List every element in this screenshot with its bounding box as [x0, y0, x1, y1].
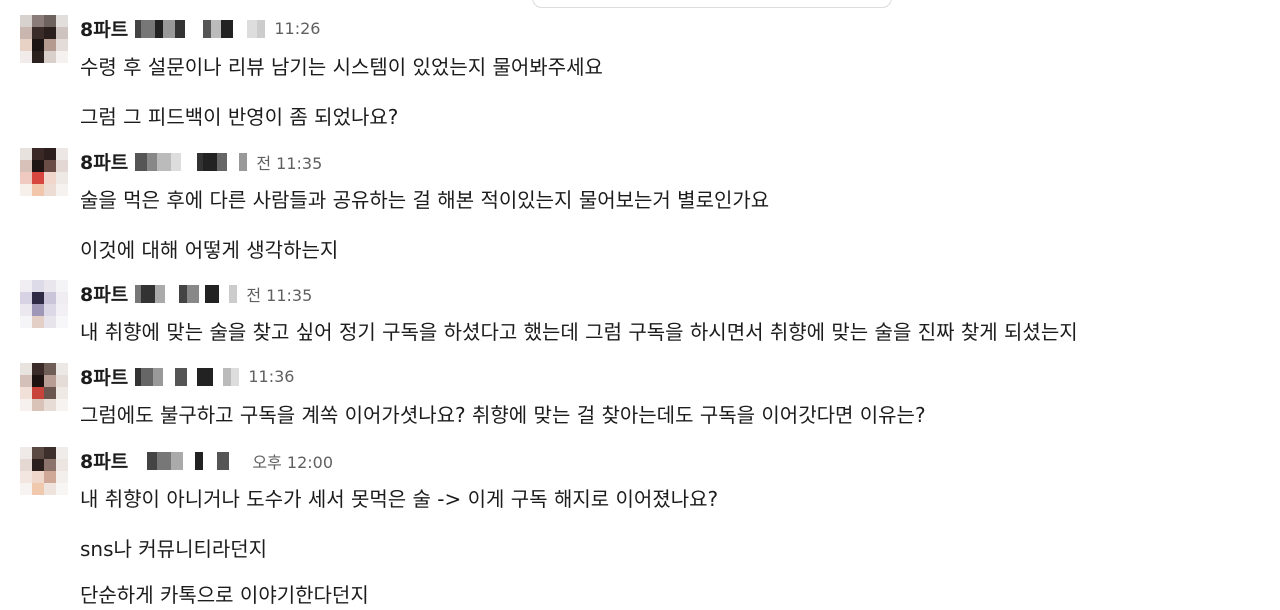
avatar[interactable]	[20, 15, 68, 63]
timestamp[interactable]: 오후 12:00	[252, 453, 333, 472]
message-text: 그럼에도 불구하고 구독을 계쏙 이어가셧나요? 취향에 맞는 걸 찾아는데도 …	[80, 403, 926, 427]
message-header: 8파트 오후 12:00	[80, 447, 333, 473]
sender-name[interactable]: 8파트	[80, 152, 128, 174]
redacted-name-blur	[135, 19, 266, 38]
redacted-name-blur	[135, 451, 244, 470]
message-header: 8파트 전 11:35	[80, 148, 322, 174]
avatar[interactable]	[20, 148, 68, 196]
timestamp[interactable]: 전 11:35	[256, 154, 322, 173]
message-text: 단순하게 카톡으로 이야기한다던지	[80, 583, 369, 607]
redacted-name-blur	[135, 284, 238, 303]
avatar[interactable]	[20, 447, 68, 495]
message-text: 수령 후 설문이나 리뷰 남기는 시스템이 있었는지 물어봐주세요	[80, 55, 603, 79]
sender-name[interactable]: 8파트	[80, 367, 128, 389]
redacted-name-blur	[135, 152, 248, 171]
timestamp[interactable]: 11:36	[248, 367, 294, 386]
message-text: 내 취향에 맞는 술을 찾고 싶어 정기 구독을 하셨다고 했는데 그럼 구독을…	[80, 320, 1078, 344]
timestamp[interactable]: 전 11:35	[246, 286, 312, 305]
message-text: 술을 먹은 후에 다른 사람들과 공유하는 걸 해본 적이있는지 물어보는거 별…	[80, 188, 770, 212]
avatar[interactable]	[20, 280, 68, 328]
timestamp[interactable]: 11:26	[274, 19, 320, 38]
sender-name[interactable]: 8파트	[80, 19, 128, 41]
sender-name[interactable]: 8파트	[80, 284, 128, 306]
avatar[interactable]	[20, 363, 68, 411]
redacted-name-blur	[135, 367, 240, 386]
top-search-pill[interactable]	[532, 0, 892, 8]
message-text: sns나 커뮤니티라던지	[80, 537, 268, 561]
message-header: 8파트 11:26	[80, 15, 320, 41]
sender-name[interactable]: 8파트	[80, 451, 128, 473]
message-text: 그럼 그 피드백이 반영이 좀 되었나요?	[80, 105, 399, 129]
message-text: 이것에 대해 어떻게 생각하는지	[80, 238, 339, 262]
message-header: 8파트 11:36	[80, 363, 294, 389]
message-text: 내 취향이 아니거나 도수가 세서 못먹은 술 -> 이게 구독 해지로 이어졌…	[80, 487, 719, 511]
message-header: 8파트 전 11:35	[80, 280, 312, 306]
